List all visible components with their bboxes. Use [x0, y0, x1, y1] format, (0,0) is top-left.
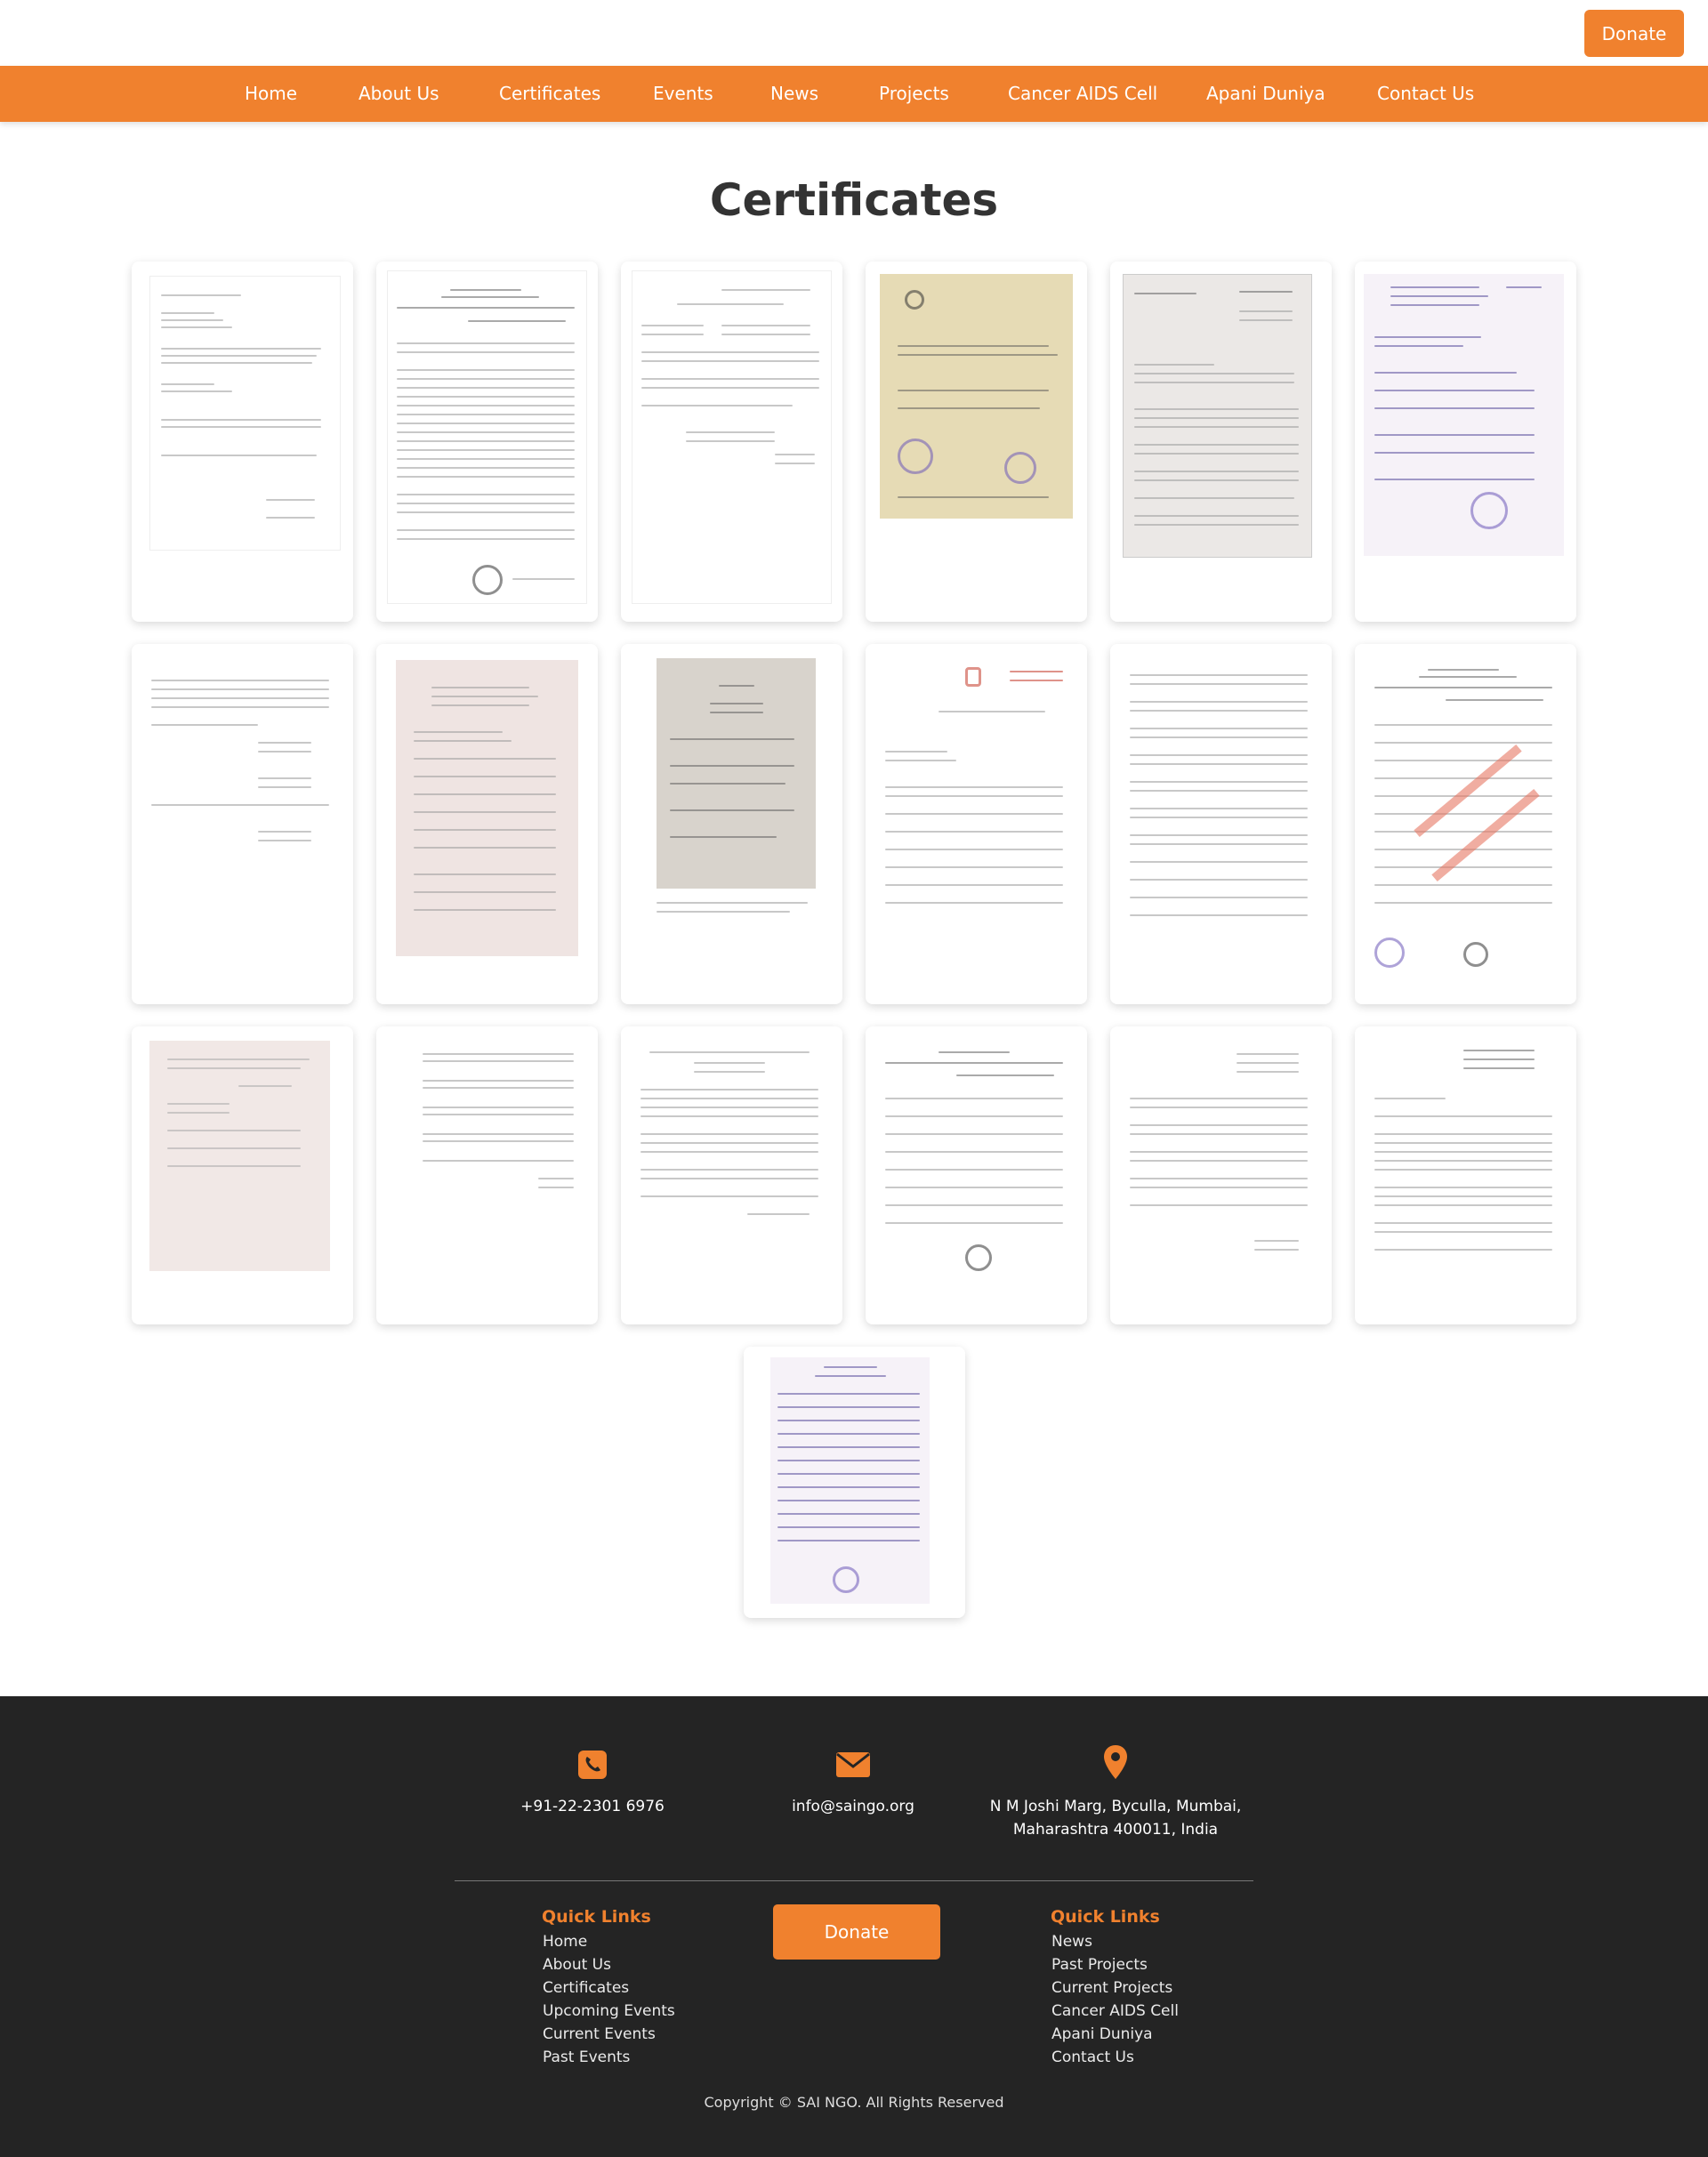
certificate-image [657, 658, 816, 889]
phone-icon [575, 1747, 610, 1783]
footer-link-current-events[interactable]: Current Events [543, 2025, 656, 2043]
footer-link-news[interactable]: News [1051, 1933, 1092, 1951]
nav-about-us[interactable]: About Us [359, 66, 439, 122]
page-title: Certificates [709, 174, 999, 226]
certificate-card[interactable] [621, 1026, 842, 1324]
certificate-card[interactable] [1355, 1026, 1576, 1324]
certificate-image [770, 1357, 930, 1604]
footer-link-certificates[interactable]: Certificates [543, 1979, 629, 1997]
certificate-card[interactable] [1110, 644, 1332, 1004]
certificate-card[interactable] [1110, 1026, 1332, 1324]
certificate-card[interactable] [621, 644, 842, 1004]
top-bar: Donate [0, 0, 1708, 66]
email-address[interactable]: info@saingo.org [764, 1795, 942, 1818]
nav-certificates[interactable]: Certificates [499, 66, 600, 122]
certificate-card[interactable] [1355, 644, 1576, 1004]
certificate-card[interactable] [132, 1026, 353, 1324]
certificate-card[interactable] [744, 1347, 965, 1618]
certificate-image [1121, 653, 1321, 986]
nav-contact-us[interactable]: Contact Us [1377, 66, 1474, 122]
footer-link-apani-duniya[interactable]: Apani Duniya [1051, 2025, 1153, 2043]
certificate-image [149, 276, 341, 551]
certificate-image [1121, 1035, 1321, 1307]
quick-links-title-left: Quick Links [542, 1907, 651, 1927]
footer-link-past-projects[interactable]: Past Projects [1051, 1956, 1148, 1974]
nav-projects[interactable]: Projects [879, 66, 949, 122]
certificate-image [632, 270, 832, 604]
certificate-card[interactable] [376, 644, 598, 1004]
certificate-card[interactable] [866, 262, 1087, 622]
phone-number[interactable]: +91-22-2301 6976 [504, 1795, 681, 1818]
certificate-image [387, 270, 587, 604]
certificate-image [880, 274, 1073, 519]
certificate-image [1366, 1035, 1566, 1307]
certificate-image [387, 1035, 587, 1307]
footer-link-past-events[interactable]: Past Events [543, 2048, 630, 2066]
address-line-1: N M Joshi Marg, Byculla, Mumbai, [989, 1798, 1242, 1815]
certificate-card[interactable] [621, 262, 842, 622]
address: N M Joshi Marg, Byculla, Mumbai, Maharas… [982, 1795, 1249, 1841]
footer-divider [455, 1880, 1253, 1881]
copyright: Copyright © SAI NGO. All Rights Reserved [704, 2094, 1004, 2111]
nav-home[interactable]: Home [245, 66, 297, 122]
nav-events[interactable]: Events [653, 66, 713, 122]
address-line-2: Maharashtra 400011, India [1012, 1821, 1219, 1839]
certificate-image [632, 1035, 832, 1307]
footer-link-cancer-aids-cell[interactable]: Cancer AIDS Cell [1051, 2002, 1179, 2020]
certificate-card[interactable] [866, 1026, 1087, 1324]
envelope-icon [835, 1747, 871, 1783]
certificate-image [1366, 653, 1566, 986]
certificate-card[interactable] [132, 644, 353, 1004]
certificate-card[interactable] [132, 262, 353, 622]
certificate-image [1123, 274, 1312, 558]
quick-links-title-right: Quick Links [1051, 1907, 1160, 1927]
certificate-card[interactable] [376, 1026, 598, 1324]
footer-link-contact-us[interactable]: Contact Us [1051, 2048, 1134, 2066]
nav-cancer-aids-cell[interactable]: Cancer AIDS Cell [1008, 66, 1157, 122]
certificate-image [876, 1035, 1076, 1307]
certificate-card[interactable] [1110, 262, 1332, 622]
footer-link-current-projects[interactable]: Current Projects [1051, 1979, 1172, 1997]
certificate-card[interactable] [866, 644, 1087, 1004]
main-nav: Home About Us Certificates Events News P… [0, 66, 1708, 122]
certificate-card[interactable] [376, 262, 598, 622]
footer-link-upcoming-events[interactable]: Upcoming Events [543, 2002, 675, 2020]
nav-news[interactable]: News [770, 66, 818, 122]
certificate-image [149, 1041, 330, 1271]
footer-link-about-us[interactable]: About Us [543, 1956, 611, 1974]
certificate-card[interactable] [1355, 262, 1576, 622]
certificate-image [142, 653, 342, 986]
donate-button[interactable]: Donate [1584, 10, 1684, 57]
map-pin-icon [1098, 1744, 1133, 1780]
certificate-image [1364, 274, 1564, 556]
footer-donate-button[interactable]: Donate [773, 1904, 940, 1960]
footer-link-home[interactable]: Home [543, 1933, 587, 1951]
nav-apani-duniya[interactable]: Apani Duniya [1206, 66, 1325, 122]
certificate-image [396, 660, 578, 956]
certificate-image [876, 653, 1076, 986]
